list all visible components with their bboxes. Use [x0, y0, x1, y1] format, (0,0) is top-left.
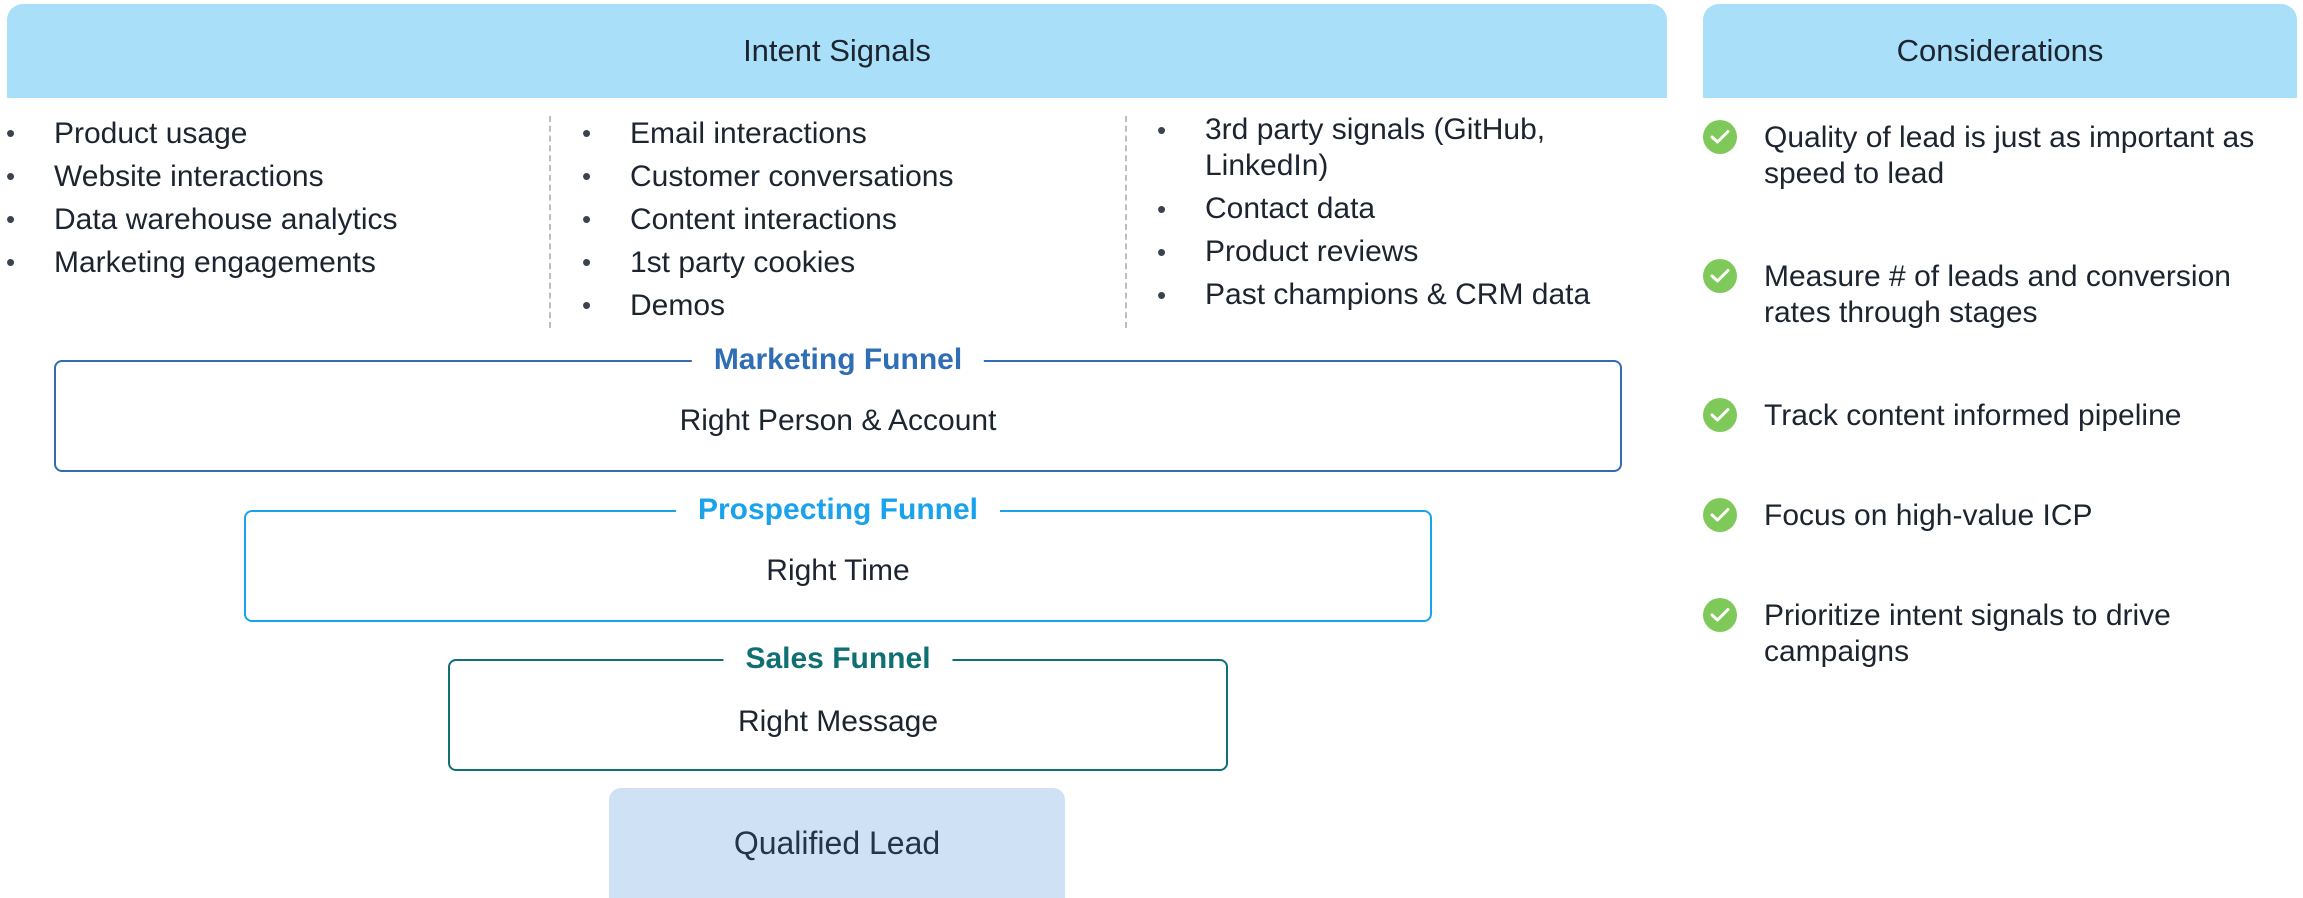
- column-divider: [549, 116, 551, 328]
- intent-signals-column-3: 3rd party signals (GitHub, LinkedIn) Con…: [1157, 112, 1657, 320]
- prospecting-funnel-subtitle: Right Time: [766, 554, 910, 587]
- list-item: 3rd party signals (GitHub, LinkedIn): [1157, 112, 1657, 184]
- intent-signals-title: Intent Signals: [743, 33, 931, 68]
- check-circle-icon: [1703, 259, 1737, 293]
- qualified-lead-box: Qualified Lead: [609, 788, 1065, 898]
- list-item: Content interactions: [582, 198, 1102, 241]
- consideration-text: Focus on high-value ICP: [1764, 499, 2093, 532]
- list-item: Product usage: [6, 112, 526, 155]
- consideration-text: Measure # of leads and conversion rates …: [1764, 260, 2231, 329]
- consideration-item: Measure # of leads and conversion rates …: [1703, 259, 2297, 331]
- list-item: Product reviews: [1157, 234, 1657, 270]
- intent-signals-header: Intent Signals: [7, 4, 1667, 98]
- check-circle-icon: [1703, 598, 1737, 632]
- column-divider: [1125, 116, 1127, 328]
- list-item: Data warehouse analytics: [6, 198, 526, 241]
- consideration-text: Prioritize intent signals to drive campa…: [1764, 599, 2171, 668]
- consideration-text: Quality of lead is just as important as …: [1764, 121, 2255, 190]
- list-item: Marketing engagements: [6, 241, 526, 284]
- consideration-item: Focus on high-value ICP: [1703, 498, 2297, 534]
- check-circle-icon: [1703, 398, 1737, 432]
- consideration-item: Track content informed pipeline: [1703, 398, 2297, 434]
- list-item: Demos: [582, 284, 1102, 327]
- prospecting-funnel-title: Prospecting Funnel: [675, 490, 1001, 530]
- intent-signals-column-1: Product usage Website interactions Data …: [6, 112, 526, 284]
- qualified-lead-label: Qualified Lead: [733, 824, 941, 861]
- list-item: Contact data: [1157, 191, 1657, 227]
- list-item: Past champions & CRM data: [1157, 277, 1657, 313]
- considerations-title: Considerations: [1896, 33, 2104, 68]
- list-item: 1st party cookies: [582, 241, 1102, 284]
- check-circle-icon: [1703, 120, 1737, 154]
- marketing-funnel-title: Marketing Funnel: [691, 340, 985, 380]
- consideration-item: Prioritize intent signals to drive campa…: [1703, 598, 2297, 670]
- check-circle-icon: [1703, 498, 1737, 532]
- marketing-funnel: Marketing Funnel Right Person & Account: [54, 340, 1622, 472]
- considerations-header: Considerations: [1703, 4, 2297, 98]
- list-item: Customer conversations: [582, 155, 1102, 198]
- consideration-text: Track content informed pipeline: [1764, 399, 2182, 432]
- sales-funnel: Sales Funnel Right Message: [448, 639, 1228, 771]
- sales-funnel-subtitle: Right Message: [737, 705, 939, 738]
- marketing-funnel-subtitle: Right Person & Account: [679, 404, 997, 437]
- consideration-item: Quality of lead is just as important as …: [1703, 120, 2297, 192]
- list-item: Website interactions: [6, 155, 526, 198]
- list-item: Email interactions: [582, 112, 1102, 155]
- sales-funnel-title: Sales Funnel: [723, 639, 953, 679]
- prospecting-funnel: Prospecting Funnel Right Time: [244, 490, 1432, 622]
- intent-signals-column-2: Email interactions Customer conversation…: [582, 112, 1102, 327]
